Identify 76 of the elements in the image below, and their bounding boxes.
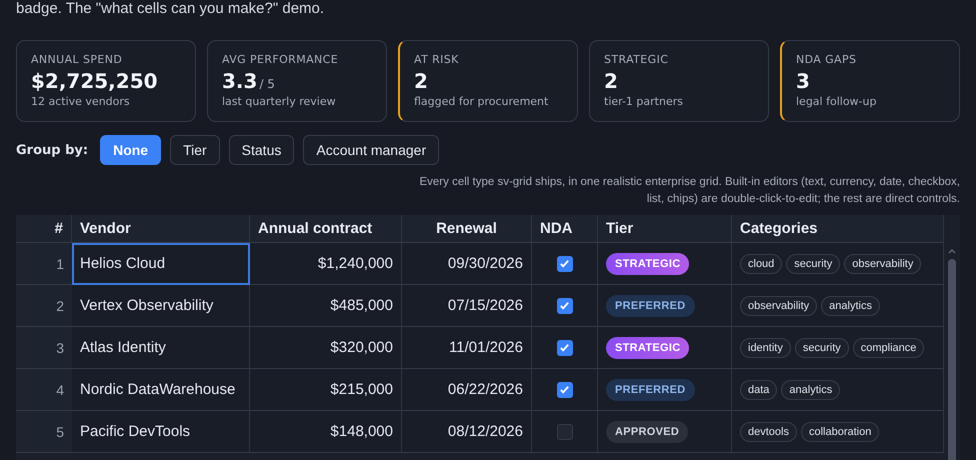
contract-cell[interactable]: $320,000 — [250, 327, 402, 369]
tier-badge: STRATEGIC — [606, 336, 690, 358]
checkmark-icon — [559, 384, 570, 395]
stat-value: $2,725,250 — [31, 69, 158, 93]
stat-note: legal follow-up — [796, 95, 876, 108]
checkmark-icon — [559, 300, 570, 311]
vendor-cell[interactable]: Pacific DevTools — [72, 411, 250, 453]
stat-value: 3.3 — [222, 69, 258, 93]
tier-badge: APPROVED — [606, 420, 688, 442]
column-header[interactable]: NDA — [532, 215, 598, 243]
stat-label: ANNUAL SPEND — [31, 53, 122, 66]
category-chip: security — [786, 254, 840, 274]
contract-cell[interactable]: $215,000 — [250, 369, 402, 411]
contract-cell[interactable]: $148,000 — [250, 411, 402, 453]
column-header[interactable]: Tier — [598, 215, 732, 243]
stat-note: tier-1 partners — [604, 95, 683, 108]
renewal-cell[interactable]: 08/12/2026 — [402, 411, 532, 453]
stat-label: AT RISK — [414, 53, 459, 66]
nda-checkbox[interactable] — [556, 340, 572, 356]
category-chip: security — [794, 338, 849, 358]
contract-cell[interactable]: $1,240,000 — [250, 243, 402, 285]
category-chip: data — [740, 380, 778, 400]
renewal-cell[interactable]: 06/22/2026 — [402, 369, 532, 411]
group-by-button[interactable]: None — [100, 135, 162, 165]
row-number: 3 — [16, 327, 72, 369]
renewal-cell[interactable]: 09/30/2026 — [402, 243, 532, 285]
category-chip: analytics — [821, 296, 880, 316]
column-header[interactable]: Renewal — [402, 215, 532, 243]
stat-value: 3 — [796, 69, 810, 93]
category-chip: devtools — [740, 422, 797, 442]
category-chip: collaboration — [800, 422, 880, 442]
category-chip: compliance — [852, 338, 924, 358]
category-chip: analytics — [781, 380, 840, 400]
stat-note: 12 active vendors — [31, 95, 130, 108]
column-header[interactable]: # — [16, 215, 72, 243]
column-header[interactable]: Categories — [732, 215, 944, 243]
group-by-button[interactable]: Account manager — [303, 135, 440, 165]
vendor-cell[interactable]: Helios Cloud — [72, 243, 250, 285]
tier-badge: PREFERRED — [606, 378, 695, 400]
row-number: 1 — [16, 243, 72, 285]
intro-text: badge. The "what cells can you make?" demo. — [16, 0, 326, 18]
checkmark-icon — [559, 342, 570, 353]
row-number: 4 — [16, 369, 72, 411]
description-text: Every cell type sv-grid ships, in one realistic enterprise grid. Built-in editors (text, currency, date, checkbox, list, chips) are double-click-to-edit; the rest are direct controls. — [418, 175, 960, 207]
category-chip: observability — [844, 254, 922, 274]
tier-badge: STRATEGIC — [606, 252, 690, 274]
renewal-cell[interactable]: 07/15/2026 — [402, 285, 532, 327]
stat-suffix: / 5 — [259, 77, 275, 91]
stat-value: 2 — [414, 69, 428, 93]
group-by-button[interactable]: Status — [228, 135, 294, 165]
nda-checkbox[interactable] — [556, 298, 572, 314]
category-chip: cloud — [740, 254, 782, 274]
nda-checkbox[interactable] — [556, 256, 572, 272]
column-header[interactable]: Annual contract — [250, 215, 402, 243]
contract-cell[interactable]: $485,000 — [250, 285, 402, 327]
checkmark-icon — [559, 258, 570, 269]
nda-checkbox[interactable] — [556, 424, 572, 440]
stat-label: NDA GAPS — [796, 53, 856, 66]
row-number: 2 — [16, 285, 72, 327]
group-by-button[interactable]: Tier — [170, 135, 220, 165]
vendor-cell[interactable]: Nordic DataWarehouse — [72, 369, 250, 411]
category-chip: observability — [740, 296, 818, 316]
vendor-cell[interactable]: Atlas Identity — [72, 327, 250, 369]
stat-note: flagged for procurement — [414, 95, 548, 108]
stat-label: AVG PERFORMANCE — [222, 53, 338, 66]
stat-value: 2 — [604, 69, 618, 93]
vendor-cell[interactable]: Vertex Observability — [72, 285, 250, 327]
tier-badge: PREFERRED — [606, 294, 695, 316]
group-by-label: Group by: — [16, 142, 88, 158]
stat-note: last quarterly review — [222, 95, 336, 108]
nda-checkbox[interactable] — [556, 382, 572, 398]
category-chip: identity — [740, 338, 791, 358]
stat-label: STRATEGIC — [604, 53, 668, 66]
renewal-cell[interactable]: 11/01/2026 — [402, 327, 532, 369]
row-number: 5 — [16, 411, 72, 453]
column-header[interactable]: Vendor — [72, 215, 250, 243]
